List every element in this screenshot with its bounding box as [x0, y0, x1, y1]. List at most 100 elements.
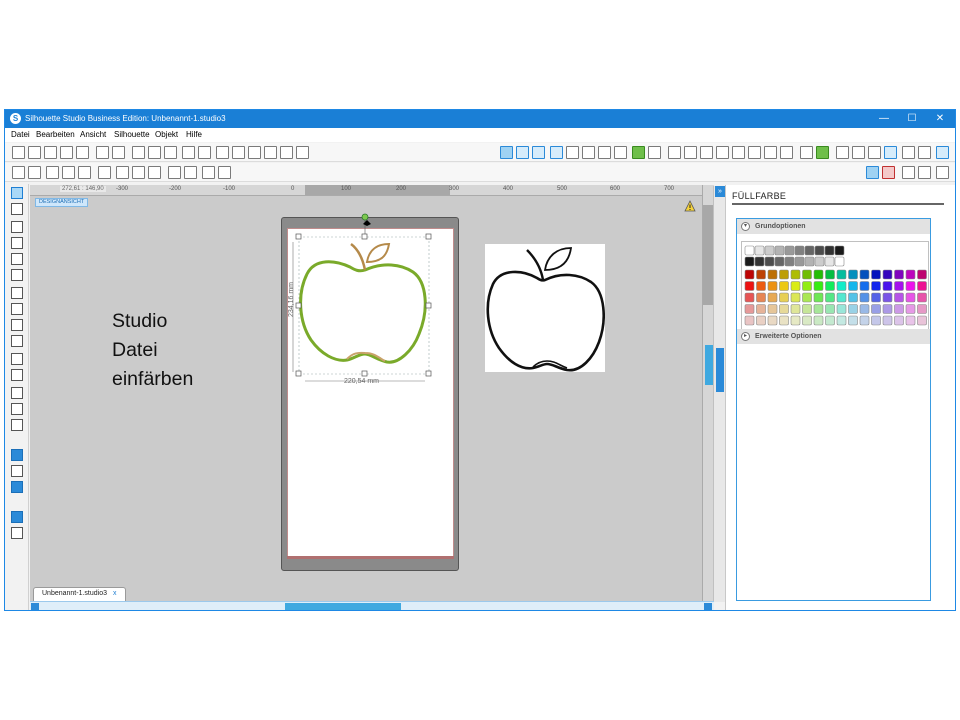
color-swatch[interactable] [859, 269, 870, 280]
color-swatch[interactable] [814, 245, 825, 256]
document-tab-close[interactable]: x [113, 590, 117, 597]
modify-icon[interactable] [764, 146, 777, 159]
color-swatch[interactable] [794, 256, 805, 267]
color-swatch[interactable] [784, 256, 795, 267]
color-swatch[interactable] [756, 269, 766, 280]
color-swatch[interactable] [905, 304, 916, 314]
color-swatch[interactable] [790, 315, 801, 326]
offset-icon[interactable] [598, 146, 611, 159]
knife-tool-icon[interactable] [11, 419, 23, 431]
fill-color-icon[interactable] [500, 146, 513, 159]
color-swatch[interactable] [744, 292, 755, 303]
bring-front-icon[interactable] [132, 166, 145, 179]
color-swatch[interactable] [756, 292, 766, 303]
pointer-tool-icon[interactable] [11, 187, 23, 199]
color-swatch[interactable] [813, 292, 824, 303]
color-swatch[interactable] [756, 304, 766, 314]
transform-icon[interactable] [684, 146, 697, 159]
color-swatch[interactable] [848, 269, 858, 280]
color-swatch[interactable] [802, 304, 812, 314]
refresh-icon[interactable] [936, 166, 949, 179]
distribute-icon[interactable] [218, 166, 231, 179]
color-swatch[interactable] [794, 245, 805, 256]
color-swatch[interactable] [917, 269, 927, 280]
color-swatch[interactable] [813, 281, 824, 291]
color-swatch[interactable] [859, 304, 870, 314]
rectangle-tool-icon[interactable] [11, 237, 23, 249]
shape-tool-icon[interactable] [11, 369, 23, 381]
resize-handle[interactable] [425, 370, 432, 377]
paste-icon[interactable] [148, 146, 161, 159]
store-icon[interactable] [902, 146, 915, 159]
open-file-icon[interactable] [28, 146, 41, 159]
grid-icon[interactable] [884, 146, 897, 159]
menu-hilfe[interactable]: Hilfe [186, 130, 202, 139]
zoom-out-icon[interactable] [248, 146, 261, 159]
color-swatch[interactable] [894, 304, 904, 314]
line-tool-icon[interactable] [11, 221, 23, 233]
horizontal-scroll-thumb[interactable] [285, 603, 401, 610]
color-swatch[interactable] [764, 245, 775, 256]
color-swatch[interactable] [834, 256, 845, 267]
lock-handle-icon[interactable] [363, 220, 371, 226]
compound-path-icon[interactable] [78, 166, 91, 179]
expand-panel-icon[interactable]: » [715, 186, 725, 197]
color-swatch[interactable] [824, 245, 835, 256]
edit-points-icon[interactable] [11, 203, 23, 215]
color-swatch[interactable] [804, 256, 815, 267]
resize-handle[interactable] [425, 233, 432, 240]
send-icon[interactable] [852, 146, 865, 159]
color-swatch[interactable] [744, 304, 755, 314]
save-icon[interactable] [60, 146, 73, 159]
color-swatch[interactable] [859, 315, 870, 326]
color-swatch[interactable] [756, 281, 766, 291]
shape-pentagon-icon[interactable] [550, 146, 563, 159]
fill-gradient-icon[interactable] [516, 146, 529, 159]
release-compound-icon[interactable] [98, 166, 111, 179]
resize-handle[interactable] [361, 370, 368, 377]
color-swatch[interactable] [848, 315, 858, 326]
copy-icon[interactable] [132, 146, 145, 159]
color-swatch[interactable] [894, 292, 904, 303]
color-swatch[interactable] [917, 315, 927, 326]
resize-handle[interactable] [361, 233, 368, 240]
color-swatch[interactable] [767, 292, 778, 303]
color-swatch[interactable] [825, 292, 835, 303]
line-dash-icon[interactable] [648, 146, 661, 159]
eraser-icon[interactable] [11, 403, 23, 415]
color-swatch[interactable] [790, 304, 801, 314]
color-swatch[interactable] [917, 292, 927, 303]
color-swatch[interactable] [754, 245, 765, 256]
color-swatch[interactable] [802, 292, 812, 303]
menu-bearbeiten[interactable]: Bearbeiten [36, 130, 75, 139]
menu-datei[interactable]: Datei [11, 130, 30, 139]
zoom-in-icon[interactable] [232, 146, 245, 159]
color-swatch[interactable] [905, 315, 916, 326]
minimize-button[interactable]: — [871, 110, 897, 128]
color-swatch[interactable] [882, 269, 893, 280]
cut-view-icon[interactable] [882, 166, 895, 179]
resize-handle[interactable] [295, 370, 302, 377]
fill-pattern-icon[interactable] [532, 146, 545, 159]
layers-icon[interactable] [816, 146, 829, 159]
color-swatch[interactable] [905, 281, 916, 291]
color-swatch[interactable] [871, 292, 881, 303]
color-swatch[interactable] [767, 269, 778, 280]
resize-handle[interactable] [295, 302, 302, 309]
resize-handle[interactable] [295, 233, 302, 240]
text-tool-icon[interactable] [11, 387, 23, 399]
color-swatch[interactable] [848, 281, 858, 291]
scroll-right-icon[interactable] [704, 603, 712, 610]
color-swatch[interactable] [836, 281, 847, 291]
color-swatch[interactable] [790, 292, 801, 303]
text-icon[interactable] [668, 146, 681, 159]
save-library-icon[interactable] [76, 146, 89, 159]
color-swatch[interactable] [779, 269, 789, 280]
rotate-handle[interactable] [361, 213, 369, 221]
color-swatch[interactable] [784, 245, 795, 256]
pan-hand-icon[interactable] [216, 146, 229, 159]
color-swatch[interactable] [744, 315, 755, 326]
color-swatch[interactable] [813, 304, 824, 314]
color-swatches[interactable] [742, 242, 930, 332]
color-swatch[interactable] [774, 256, 785, 267]
